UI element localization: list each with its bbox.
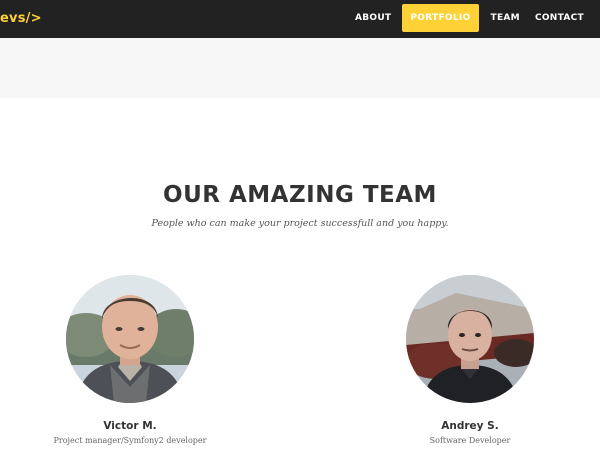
page-header-band [0, 38, 600, 98]
section-title: OUR AMAZING TEAM [163, 182, 437, 208]
avatar [406, 275, 534, 403]
nav-item-about[interactable]: ABOUT [348, 4, 398, 32]
avatar [66, 275, 194, 403]
brand-logo[interactable]: evs/> [0, 11, 42, 27]
section-subtitle: People who can make your project success… [151, 218, 449, 229]
member-name: Andrey S. [441, 420, 499, 432]
team-member-card: Andrey S. Software Developer [370, 275, 570, 447]
member-role: Software Developer [429, 436, 511, 445]
nav-menu: ABOUT PORTFOLIO TEAM CONTACT [347, 4, 591, 32]
nav-item-team[interactable]: TEAM [484, 4, 527, 32]
nav-item-contact[interactable]: CONTACT [528, 4, 591, 32]
navbar: evs/> ABOUT PORTFOLIO TEAM CONTACT [0, 0, 600, 38]
member-role: Project manager/Symfony2 developer [53, 436, 207, 445]
member-name: Victor M. [103, 420, 157, 432]
team-member-card: Victor M. Project manager/Symfony2 devel… [30, 275, 230, 447]
nav-item-portfolio[interactable]: PORTFOLIO [402, 4, 479, 32]
